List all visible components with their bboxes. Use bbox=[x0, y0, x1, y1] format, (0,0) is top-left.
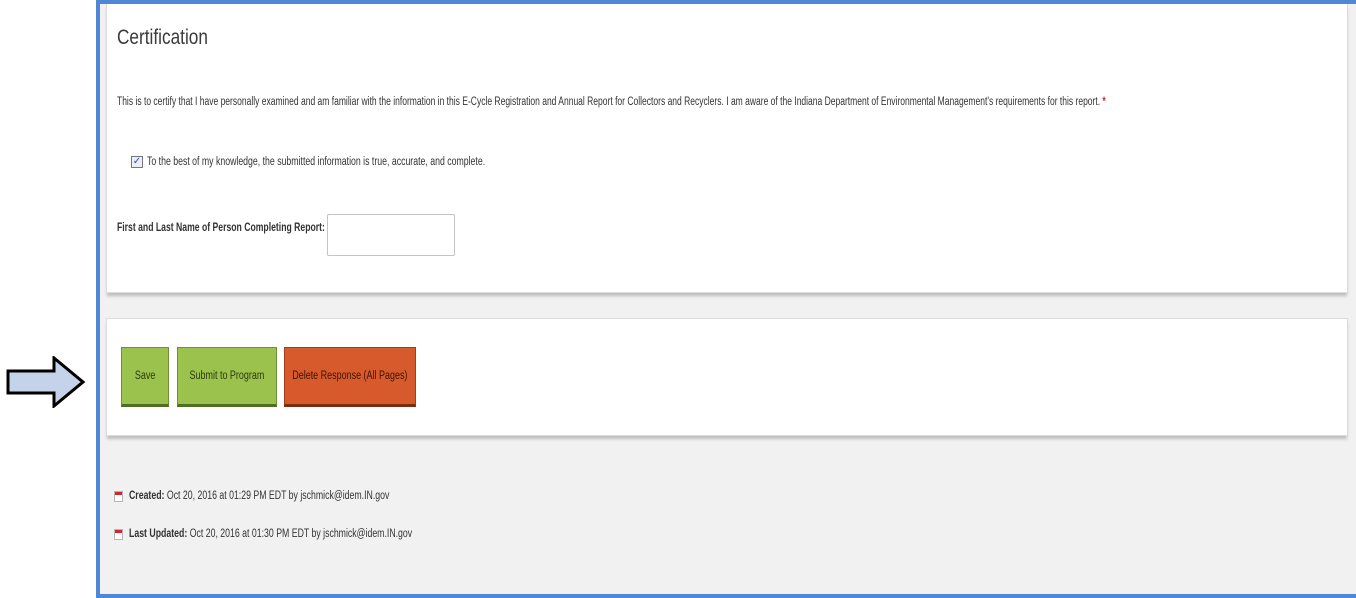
save-button[interactable]: Save bbox=[121, 347, 169, 407]
created-text: Created: Oct 20, 2016 at 01:29 PM EDT by… bbox=[129, 490, 389, 502]
save-button-label: Save bbox=[134, 370, 156, 382]
required-marker: * bbox=[1102, 96, 1106, 108]
updated-value: Oct 20, 2016 at 01:30 PM EDT by jschmick… bbox=[189, 528, 413, 540]
checkmark-icon: ✓ bbox=[132, 156, 142, 167]
name-field-label: First and Last Name of Person Completing… bbox=[117, 220, 330, 234]
certification-panel: Certification This is to certify that I … bbox=[106, 4, 1348, 293]
certification-checkbox[interactable]: ✓ bbox=[131, 156, 143, 168]
actions-panel: Save Submit to Program Delete Response (… bbox=[106, 318, 1348, 436]
certification-statement-text: This is to certify that I have personall… bbox=[117, 96, 1101, 108]
delete-button-label: Delete Response (All Pages) bbox=[292, 370, 408, 382]
right-arrow-icon bbox=[6, 356, 86, 408]
submit-button[interactable]: Submit to Program bbox=[177, 347, 277, 407]
certification-statement: This is to certify that I have personall… bbox=[117, 96, 1106, 108]
updated-label: Last Updated: bbox=[129, 528, 188, 540]
page-title: Certification bbox=[117, 26, 208, 49]
form-frame: Certification This is to certify that I … bbox=[96, 0, 1356, 598]
name-field-label-text: First and Last Name of Person Completing… bbox=[117, 220, 325, 234]
created-info: Created: Oct 20, 2016 at 01:29 PM EDT by… bbox=[114, 490, 472, 502]
certification-checkbox-row[interactable]: ✓ To the best of my knowledge, the submi… bbox=[131, 156, 592, 168]
certification-checkbox-label[interactable]: To the best of my knowledge, the submitt… bbox=[147, 156, 485, 168]
updated-text: Last Updated: Oct 20, 2016 at 01:30 PM E… bbox=[129, 528, 412, 540]
submit-button-label: Submit to Program bbox=[189, 370, 265, 382]
delete-response-button[interactable]: Delete Response (All Pages) bbox=[284, 347, 416, 407]
updated-info: Last Updated: Oct 20, 2016 at 01:30 PM E… bbox=[114, 528, 502, 540]
calendar-icon bbox=[114, 528, 123, 540]
created-label: Created: bbox=[129, 490, 165, 502]
name-input[interactable] bbox=[327, 214, 455, 256]
created-value: Oct 20, 2016 at 01:29 PM EDT by jschmick… bbox=[166, 490, 390, 502]
calendar-icon bbox=[114, 490, 123, 502]
